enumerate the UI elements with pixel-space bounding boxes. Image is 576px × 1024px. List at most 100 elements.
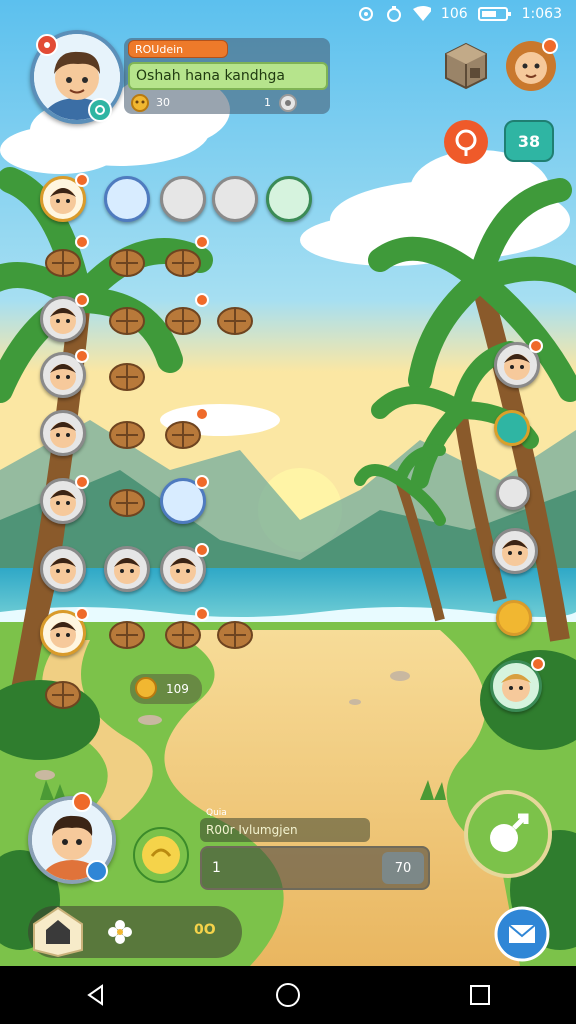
item-slot[interactable] — [104, 352, 150, 398]
back-button[interactable] — [76, 975, 116, 1015]
ring-icon — [494, 410, 530, 446]
gem-icon — [278, 94, 298, 115]
lion-character-icon — [506, 38, 558, 91]
mail-button[interactable] — [494, 906, 550, 962]
badge-icon — [160, 176, 206, 222]
character-slot[interactable] — [40, 173, 89, 222]
shell-icon — [496, 476, 530, 510]
main-action-button[interactable] — [464, 790, 552, 878]
player-info-panel: ROUdein Oshah hana kandhga 30 1 — [124, 38, 330, 114]
shell-item-icon — [104, 478, 150, 524]
character-slot[interactable] — [40, 293, 89, 342]
item-slot[interactable] — [104, 610, 150, 656]
character-slot[interactable] — [160, 543, 209, 592]
battery-icon — [477, 5, 512, 23]
item-slot[interactable] — [212, 610, 258, 656]
notification-dot — [75, 293, 89, 307]
item-slot[interactable] — [160, 293, 209, 342]
shell-item-icon — [104, 352, 150, 398]
avatar-settings-icon[interactable] — [88, 98, 112, 122]
notification-dot — [75, 349, 89, 363]
character-slot[interactable] — [40, 607, 89, 656]
character-slot[interactable] — [40, 546, 86, 592]
inventory-box-button[interactable] — [440, 40, 492, 92]
recents-button[interactable] — [460, 975, 500, 1015]
quest-input-value: 1 — [212, 860, 221, 876]
right-character-3[interactable] — [490, 657, 545, 712]
avatar-status-icon — [86, 860, 108, 882]
grid-counter-pill[interactable]: 109 — [130, 674, 202, 704]
notification-dot — [195, 235, 209, 249]
quest-counter-value: 70 — [394, 860, 412, 876]
quest-panel: Quia R00r Ivlumgjen 1 70 — [200, 806, 434, 892]
mail-icon — [494, 906, 550, 962]
quest-subtitle: R00r Ivlumgjen — [200, 818, 370, 842]
player-tag: ROUdein — [128, 40, 228, 58]
badge-slot[interactable] — [160, 176, 206, 222]
shell-item-icon — [212, 296, 258, 342]
bottom-avatar-button[interactable] — [28, 792, 118, 886]
item-slot[interactable] — [104, 478, 150, 524]
right-character-1[interactable] — [494, 339, 543, 388]
right-character-2[interactable] — [492, 528, 538, 574]
character-slot[interactable] — [40, 349, 89, 398]
badge-slot[interactable] — [212, 176, 258, 222]
circle-home-icon — [276, 983, 300, 1007]
item-slot[interactable] — [160, 235, 209, 284]
counter-button[interactable]: 38 — [504, 120, 554, 162]
back-icon — [87, 984, 103, 1006]
item-slot[interactable] — [40, 670, 86, 716]
search-icon — [444, 120, 488, 164]
system-nav-bar — [0, 966, 576, 1024]
avatar — [40, 546, 86, 592]
notification-dot — [195, 293, 209, 307]
quest-input-field[interactable]: 1 70 — [200, 846, 430, 890]
cube-icon — [445, 42, 487, 90]
character-menu-button[interactable] — [504, 38, 558, 92]
notification-dot — [195, 543, 209, 557]
avatar-notification-badge — [36, 34, 58, 56]
right-item-coin[interactable] — [496, 600, 532, 636]
item-slot[interactable] — [160, 607, 209, 656]
toolbar-counter: 0O — [194, 922, 216, 938]
notification-dot — [195, 607, 209, 621]
badge-slot[interactable] — [266, 176, 312, 222]
shell-item-icon — [104, 238, 150, 284]
player-name[interactable]: Oshah hana kandhga — [128, 62, 328, 90]
home-icon — [33, 906, 83, 958]
notification-dot — [75, 173, 89, 187]
character-slot[interactable] — [104, 546, 150, 592]
timer-icon — [385, 5, 403, 23]
badge-slot[interactable] — [160, 475, 209, 524]
home-nav-button[interactable] — [268, 975, 308, 1015]
character-slot[interactable] — [40, 410, 86, 456]
gender-symbol-icon — [464, 790, 552, 878]
flower-icon — [108, 920, 132, 944]
right-item-shell[interactable] — [496, 476, 530, 510]
home-button[interactable] — [30, 904, 86, 960]
notification-dot — [75, 475, 89, 489]
item-slot[interactable] — [104, 296, 150, 342]
quest-input-counter[interactable]: 70 — [382, 852, 424, 884]
flower-button[interactable] — [106, 918, 134, 946]
shell-item-icon — [104, 296, 150, 342]
item-slot[interactable] — [212, 296, 258, 342]
grid-counter-value: 109 — [166, 682, 189, 696]
clock: 1:063 — [521, 6, 562, 22]
badge-icon — [104, 176, 150, 222]
gold-coin-icon — [134, 676, 158, 703]
item-slot[interactable] — [160, 407, 209, 456]
item-slot[interactable] — [104, 410, 150, 456]
lemon-action-button[interactable] — [132, 826, 190, 884]
avatar — [104, 546, 150, 592]
lemon-icon — [133, 827, 189, 883]
character-slot[interactable] — [40, 475, 89, 524]
item-slot[interactable] — [104, 238, 150, 284]
search-button[interactable] — [442, 118, 490, 166]
notification-dot — [75, 607, 89, 621]
currency-row: 30 1 — [130, 94, 328, 112]
item-slot[interactable] — [40, 235, 89, 284]
right-item-ring[interactable] — [494, 410, 530, 446]
badge-slot[interactable] — [104, 176, 150, 222]
bottom-toolbar: 0O — [28, 906, 242, 958]
